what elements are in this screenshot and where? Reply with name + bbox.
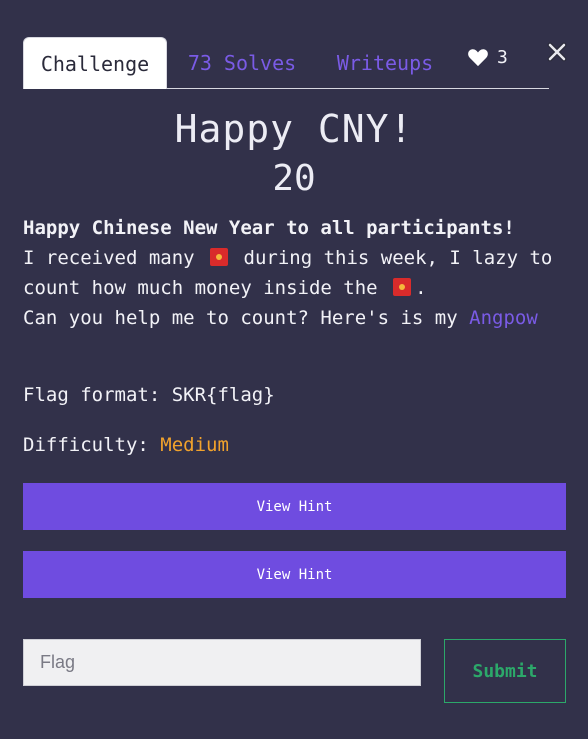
description-text: Can you help me to count? Here's is my <box>23 307 458 329</box>
flag-format: Flag format: SKR{flag} <box>23 384 275 406</box>
difficulty: Difficulty: Medium <box>23 434 229 456</box>
description-text: I received many <box>23 247 195 269</box>
view-hint-button[interactable]: View Hint <box>23 551 566 598</box>
likes-count: 3 <box>497 46 508 68</box>
view-hint-button[interactable]: View Hint <box>23 483 566 530</box>
challenge-title: Happy CNY! <box>174 107 414 151</box>
tab-challenge[interactable]: Challenge <box>23 37 167 89</box>
description-paragraph: Can you help me to count? Here's is my A… <box>23 303 568 333</box>
angpow-link[interactable]: Angpow <box>469 307 538 329</box>
submit-button[interactable]: Submit <box>444 639 566 703</box>
description-heading: Happy Chinese New Year to all participan… <box>23 217 515 239</box>
tab-solves[interactable]: 73 Solves <box>185 37 299 89</box>
description-paragraph: I received many during this week, I lazy… <box>23 243 568 303</box>
tab-writeups[interactable]: Writeups <box>333 37 437 89</box>
challenge-modal: Challenge 73 Solves Writeups 3 Happy CNY… <box>0 0 588 739</box>
challenge-description: Happy Chinese New Year to all participan… <box>23 213 568 333</box>
description-text: . <box>415 277 427 299</box>
red-envelope-icon <box>393 278 412 296</box>
red-envelope-icon <box>210 248 229 266</box>
challenge-points: 20 <box>272 158 316 199</box>
difficulty-label: Difficulty: <box>23 434 149 456</box>
like-button[interactable]: 3 <box>467 45 508 69</box>
flag-input[interactable] <box>23 639 421 686</box>
heart-icon <box>468 49 488 67</box>
difficulty-level: Medium <box>160 434 229 456</box>
